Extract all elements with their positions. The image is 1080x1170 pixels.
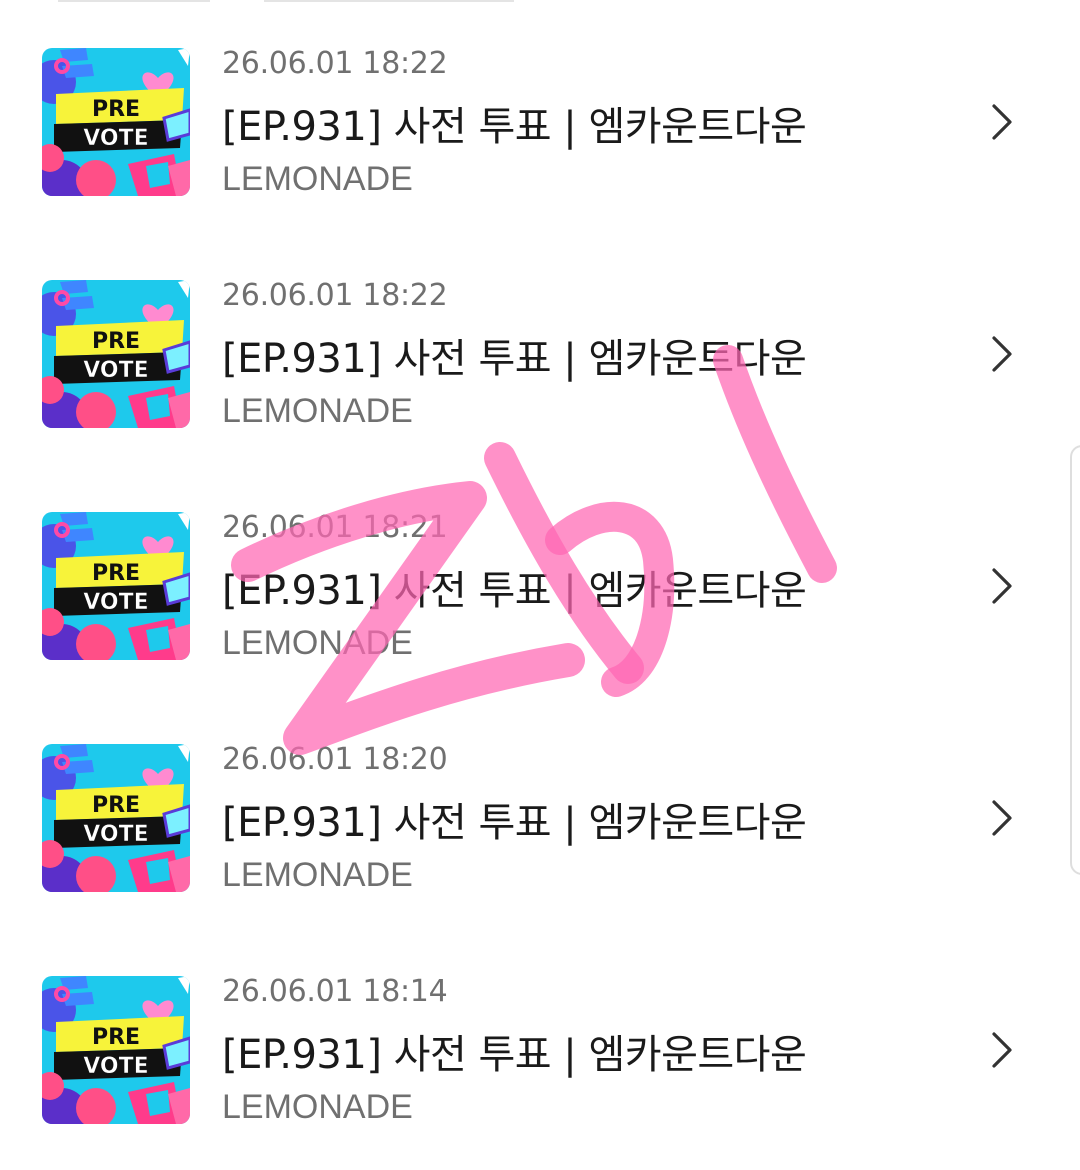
- list-item[interactable]: PRE VOTE 26.06.01 18:14 [EP.931] 사전 투표 |…: [0, 974, 1080, 1126]
- thumbnail-line2: VOTE: [83, 822, 148, 847]
- chevron-right-icon[interactable]: [986, 566, 1020, 606]
- vote-history-list: PRE VOTE 26.06.01 18:22 [EP.931] 사전 투표 |…: [0, 0, 1080, 1170]
- chevron-right-icon[interactable]: [986, 102, 1020, 142]
- chevron-right-icon[interactable]: [986, 334, 1020, 374]
- item-channel: LEMONADE: [222, 392, 413, 430]
- item-date: 26.06.01 18:22: [222, 278, 448, 313]
- chevron-right-icon[interactable]: [986, 1030, 1020, 1070]
- item-channel: LEMONADE: [222, 624, 413, 662]
- list-item[interactable]: PRE VOTE 26.06.01 18:22 [EP.931] 사전 투표 |…: [0, 278, 1080, 430]
- item-title: [EP.931] 사전 투표 | 엠카운트다운: [222, 336, 807, 382]
- item-title: [EP.931] 사전 투표 | 엠카운트다운: [222, 800, 807, 846]
- thumbnail: PRE VOTE: [42, 280, 190, 428]
- list-item[interactable]: PRE VOTE 26.06.01 18:22 [EP.931] 사전 투표 |…: [0, 46, 1080, 198]
- thumbnail-line2: VOTE: [83, 590, 148, 615]
- item-channel: LEMONADE: [222, 1088, 413, 1126]
- scrollbar-track[interactable]: [1070, 445, 1080, 875]
- item-title: [EP.931] 사전 투표 | 엠카운트다운: [222, 1032, 807, 1078]
- list-item[interactable]: PRE VOTE 26.06.01 18:20 [EP.931] 사전 투표 |…: [0, 742, 1080, 894]
- thumbnail-line1: PRE: [92, 97, 140, 122]
- item-date: 26.06.01 18:14: [222, 974, 448, 1009]
- item-channel: LEMONADE: [222, 160, 413, 198]
- thumbnail: PRE VOTE: [42, 48, 190, 196]
- item-date: 26.06.01 18:21: [222, 510, 448, 545]
- thumbnail: PRE VOTE: [42, 976, 190, 1124]
- item-date: 26.06.01 18:22: [222, 46, 448, 81]
- list-item[interactable]: PRE VOTE 26.06.01 18:21 [EP.931] 사전 투표 |…: [0, 510, 1080, 662]
- thumbnail: PRE VOTE: [42, 744, 190, 892]
- thumbnail-line1: PRE: [92, 329, 140, 354]
- item-title: [EP.931] 사전 투표 | 엠카운트다운: [222, 568, 807, 614]
- thumbnail: PRE VOTE: [42, 512, 190, 660]
- thumbnail-line2: VOTE: [83, 1054, 148, 1079]
- thumbnail-line1: PRE: [92, 1025, 140, 1050]
- item-channel: LEMONADE: [222, 856, 413, 894]
- thumbnail-line1: PRE: [92, 561, 140, 586]
- item-title: [EP.931] 사전 투표 | 엠카운트다운: [222, 104, 807, 150]
- thumbnail-line2: VOTE: [83, 358, 148, 383]
- item-date: 26.06.01 18:20: [222, 742, 448, 777]
- thumbnail-line1: PRE: [92, 793, 140, 818]
- chevron-right-icon[interactable]: [986, 798, 1020, 838]
- thumbnail-line2: VOTE: [83, 126, 148, 151]
